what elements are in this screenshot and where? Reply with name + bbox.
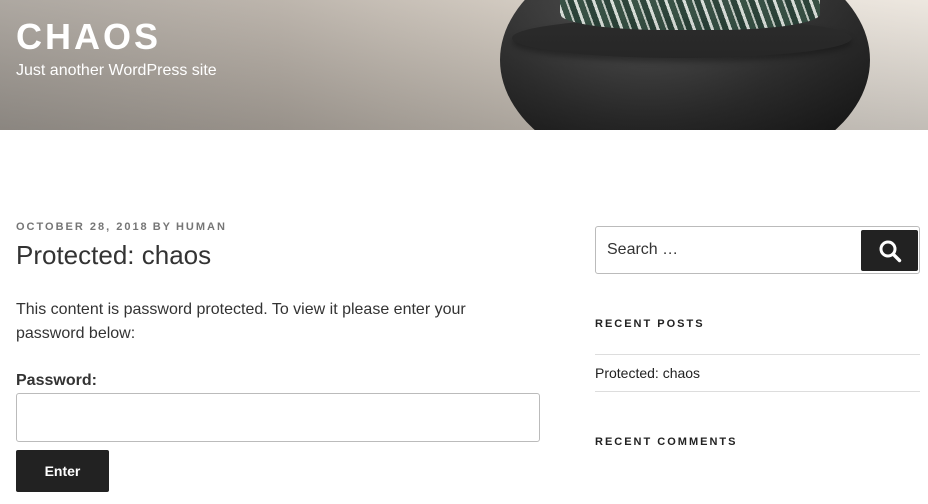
post-title: Protected: chaos bbox=[16, 240, 212, 270]
author-link[interactable]: HUMAN bbox=[176, 221, 227, 233]
post-date-link[interactable]: OCTOBER 28, 2018 bbox=[16, 221, 149, 233]
search-form bbox=[595, 226, 920, 274]
recent-posts-title: RECENT POSTS bbox=[595, 318, 705, 330]
recent-posts-list: Protected: chaos bbox=[595, 354, 920, 392]
site-description: Just another WordPress site bbox=[16, 62, 217, 79]
entry-meta: OCTOBER 28, 2018 BY HUMAN bbox=[16, 221, 227, 233]
site-header: CHAOS Just another WordPress site bbox=[0, 0, 928, 130]
password-input[interactable] bbox=[16, 393, 540, 442]
recent-comments-title: RECENT COMMENTS bbox=[595, 436, 738, 448]
recent-post-link[interactable]: Protected: chaos bbox=[595, 365, 700, 381]
by-label: BY bbox=[152, 221, 172, 233]
search-button[interactable] bbox=[861, 230, 918, 271]
search-input[interactable] bbox=[596, 227, 861, 273]
search-icon bbox=[879, 240, 901, 262]
password-label: Password: bbox=[16, 372, 97, 389]
site-title-link[interactable]: CHAOS bbox=[16, 16, 161, 58]
enter-button[interactable]: Enter bbox=[16, 450, 109, 492]
protected-message: This content is password protected. To v… bbox=[16, 301, 466, 342]
